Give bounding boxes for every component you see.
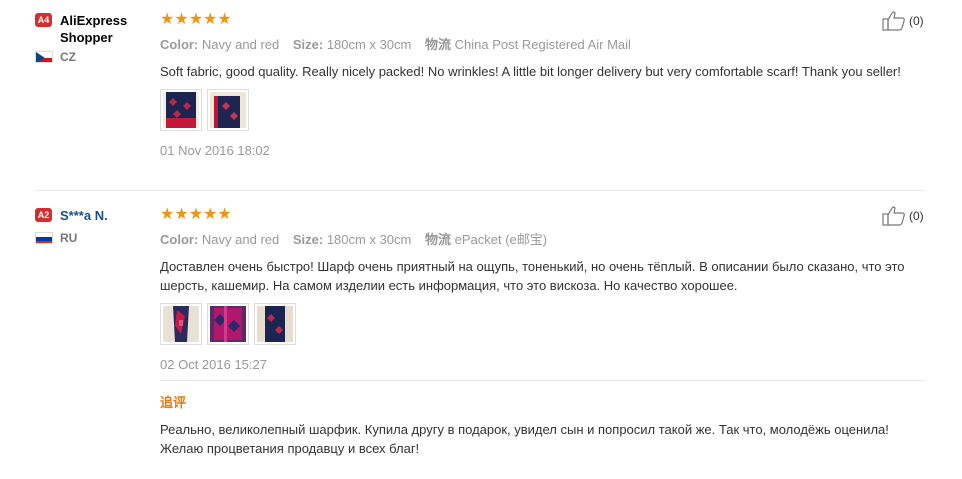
reviewer-name: AliExpress Shopper [60, 13, 128, 45]
color-value: Navy and red [201, 37, 280, 52]
review-text: Доставлен очень быстро! Шарф очень прият… [160, 259, 905, 293]
star-rating: ★★★★★ [160, 206, 232, 223]
buyer-level-badge: A2 [35, 208, 52, 222]
review-photos [160, 89, 905, 131]
followup-divider [160, 380, 925, 381]
review-photo[interactable] [254, 303, 296, 345]
reviewer-info: A4 AliExpress Shopper CZ [35, 12, 145, 64]
review-date: 02 Oct 2016 15:27 [160, 357, 267, 372]
helpful-button[interactable]: (0) [882, 206, 924, 226]
size-label: Size: [292, 37, 324, 52]
shipping-value: China Post Registered Air Mail [454, 37, 631, 52]
czech-flag-icon [35, 51, 53, 63]
color-label: Color: [160, 37, 199, 52]
size-value: 180cm x 30cm [326, 232, 412, 247]
helpful-count: (0) [909, 14, 924, 28]
shipping-label: 物流 [425, 232, 452, 247]
review-item: A2 S***a N. RU ★★★★★ Color: Navy and red… [0, 192, 962, 479]
review-photo[interactable] [207, 89, 249, 131]
reviewer-name[interactable]: S***a N. [60, 207, 108, 224]
thumbs-up-icon [882, 11, 906, 31]
buyer-level-badge: A4 [35, 13, 52, 27]
star-rating: ★★★★★ [160, 11, 232, 28]
color-label: Color: [160, 232, 199, 247]
reviewer-info: A2 S***a N. RU [35, 207, 145, 245]
review-content: ★★★★★ Color: Navy and red Size: 180cm x … [160, 12, 905, 158]
size-value: 180cm x 30cm [326, 37, 412, 52]
review-content: ★★★★★ Color: Navy and red Size: 180cm x … [160, 207, 905, 372]
reviewer-country: RU [35, 231, 145, 245]
review-date: 01 Nov 2016 18:02 [160, 143, 270, 158]
size-label: Size: [292, 232, 324, 247]
review-meta: Color: Navy and red Size: 180cm x 30cm 物… [160, 34, 905, 53]
review-divider [35, 190, 925, 191]
helpful-count: (0) [909, 209, 924, 223]
review-item: A4 AliExpress Shopper CZ ★★★★★ Color: Na… [0, 0, 962, 192]
helpful-button[interactable]: (0) [882, 11, 924, 31]
review-photo[interactable] [160, 303, 202, 345]
reviewer-country: CZ [35, 50, 145, 64]
country-code: CZ [60, 50, 76, 64]
color-value: Navy and red [201, 232, 280, 247]
shipping-value: ePacket (e邮宝) [454, 232, 548, 247]
review-text: Soft fabric, good quality. Really nicely… [160, 64, 901, 79]
russian-flag-icon [35, 232, 53, 244]
review-photos [160, 303, 905, 345]
thumbs-up-icon [882, 206, 906, 226]
review-photo[interactable] [160, 89, 202, 131]
followup-label: 追评 [160, 395, 187, 410]
review-meta: Color: Navy and red Size: 180cm x 30cm 物… [160, 229, 905, 248]
review-photo[interactable] [207, 303, 249, 345]
shipping-label: 物流 [425, 37, 452, 52]
followup-text: Реально, великолепный шарфик. Купила дру… [160, 422, 889, 456]
country-code: RU [60, 231, 78, 245]
